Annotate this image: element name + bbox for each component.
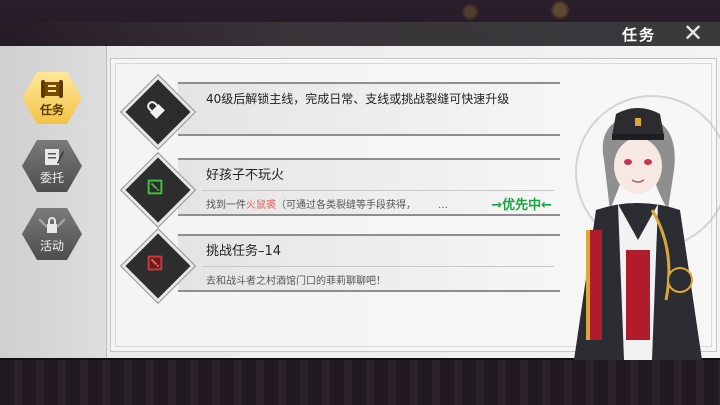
tab-quests-label: 任务: [39, 102, 64, 117]
quest-description: 去和战斗者之村酒馆门口的菲莉聊聊吧！: [206, 276, 386, 287]
quest-divider: [202, 266, 554, 267]
quest-item-main-unlock[interactable]: 40级后解锁主线，完成日常、支线或挑战裂缝可快速升级: [121, 75, 560, 149]
quest-card: 好孩子不玩火 找到一件火鼠裘（可通过各类裂缝等手段获得， … →优先中←: [178, 158, 560, 216]
quest-title: 40级后解锁主线，完成日常、支线或挑战裂缝可快速升级: [206, 92, 510, 106]
desc-text: 找到一件: [206, 200, 246, 211]
quest-title: 好孩子不玩火: [206, 168, 285, 183]
quest-card: 40级后解锁主线，完成日常、支线或挑战裂缝可快速升级: [178, 82, 560, 136]
quill-paper-icon: [45, 148, 64, 165]
tab-commissions-label: 委托: [39, 170, 64, 185]
game-scene-floor: [0, 360, 720, 405]
quest-item-fire[interactable]: 好孩子不玩火 找到一件火鼠裘（可通过各类裂缝等手段获得， … →优先中←: [121, 153, 560, 227]
quest-description: 找到一件火鼠裘（可通过各类裂缝等手段获得， …: [206, 196, 448, 211]
quest-title: 挑战任务–14: [206, 244, 282, 259]
quest-divider: [202, 190, 554, 191]
quest-card: 挑战任务–14 去和战斗者之村酒馆门口的菲莉聊聊吧！: [178, 234, 560, 292]
header-bar: [0, 22, 720, 46]
ellipsis: …: [438, 200, 448, 211]
npc-character-portrait: [574, 108, 702, 360]
close-button[interactable]: ✕: [680, 20, 706, 46]
quest-item-challenge[interactable]: 挑战任务–14 去和战斗者之村酒馆门口的菲莉聊聊吧！: [121, 229, 560, 303]
priority-badge: →优先中←: [491, 198, 552, 213]
scroll-icon: [41, 79, 63, 98]
item-highlight: 火鼠裘: [246, 200, 276, 211]
desc-text-continued: （可通过各类裂缝等手段获得，: [276, 200, 416, 211]
chained-lock-icon: [39, 216, 65, 233]
page-title: 任务: [621, 26, 656, 44]
tab-events-label: 活动: [39, 238, 64, 253]
